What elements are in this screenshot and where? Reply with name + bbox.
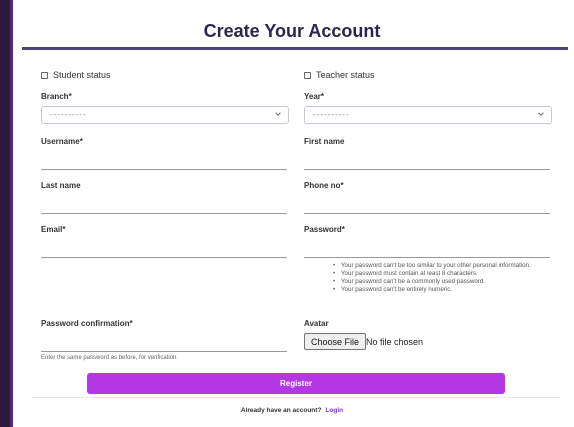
teacher-status-checkbox[interactable] [304,71,311,79]
title-divider [22,47,568,50]
phone-label: Phone no* [304,181,344,190]
choose-file-button[interactable]: Choose File [304,333,367,350]
year-select-value: ---------- [313,110,350,119]
login-prompt: Already have an account? Login [14,407,570,414]
password-help-item: Your password can't be too similar to yo… [333,262,548,270]
file-status: No file chosen [366,337,424,347]
student-status-option[interactable]: Student status [41,70,111,80]
year-label: Year* [304,92,325,101]
footer-divider [32,397,560,398]
password-help-list: Your password can't be too similar to yo… [333,262,548,294]
password-confirmation-input[interactable] [41,351,287,352]
student-status-label: Student status [53,70,111,80]
phone-input[interactable] [304,213,550,214]
username-input[interactable] [41,169,287,170]
password-help-item: Your password can't be entirely numeric. [333,286,548,294]
last-name-input[interactable] [41,213,287,214]
login-link[interactable]: Login [325,407,343,414]
branch-select[interactable]: ---------- [41,106,289,124]
first-name-label: First name [304,137,345,146]
teacher-status-option[interactable]: Teacher status [304,70,375,80]
password-label: Password* [304,225,345,234]
student-status-checkbox[interactable] [41,71,48,79]
password-help-item: Your password can't be a commonly used p… [333,278,548,286]
email-input[interactable] [41,257,287,258]
login-prompt-text: Already have an account? [240,407,322,414]
first-name-input[interactable] [304,169,550,170]
username-label: Username* [41,137,83,146]
window-border [0,0,10,427]
branch-label: Branch* [41,92,72,101]
register-button[interactable]: Register [87,373,505,394]
password-help-item: Your password must contain at least 8 ch… [333,270,548,278]
teacher-status-label: Teacher status [316,70,375,80]
chevron-down-icon [275,112,281,116]
signup-card: Create Your Account Student status Teach… [14,0,570,427]
password-confirmation-help: Enter the same password as before, for v… [41,355,179,361]
password-input[interactable] [304,257,550,258]
year-select[interactable]: ---------- [304,106,552,124]
branch-select-value: ---------- [50,110,87,119]
password-confirmation-label: Password confirmation* [41,319,133,328]
last-name-label: Last name [41,181,81,190]
chevron-down-icon [538,112,544,116]
window-border-accent [10,0,13,427]
avatar-label: Avatar [304,319,329,328]
page-title: Create Your Account [203,21,381,41]
email-label: Email* [41,225,66,234]
